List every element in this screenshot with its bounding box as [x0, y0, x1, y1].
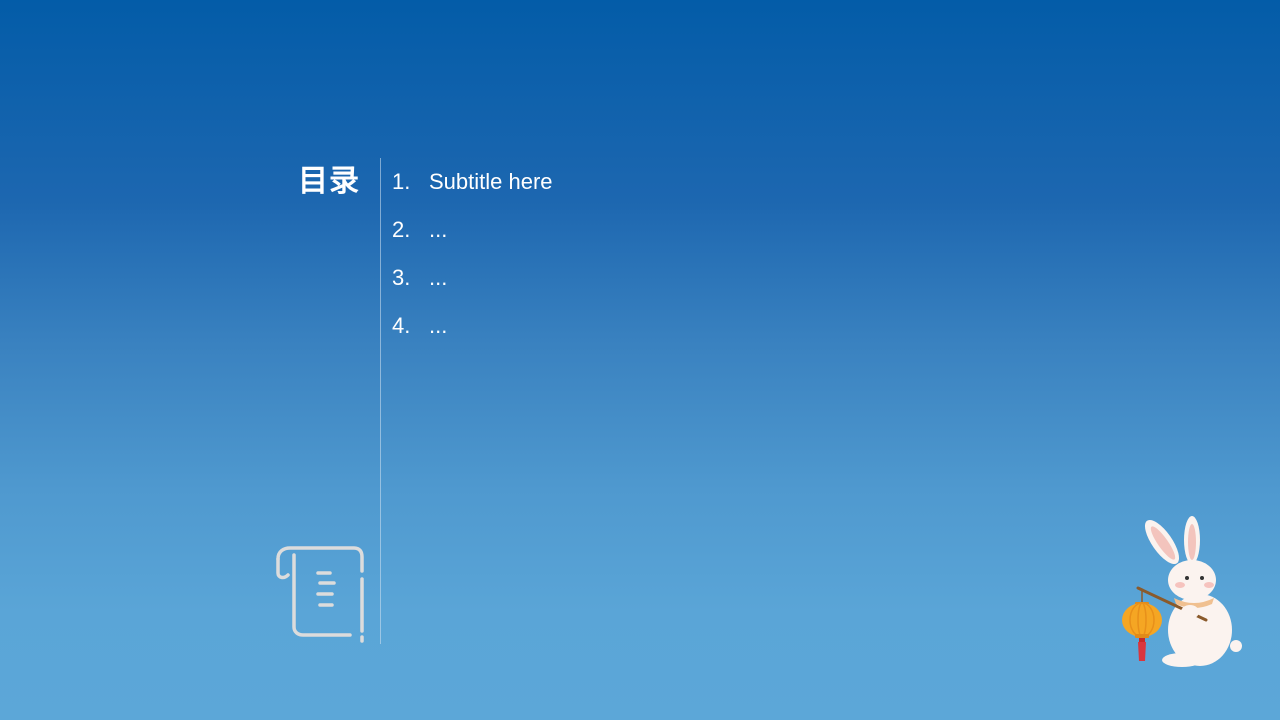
toc-item-2[interactable]: 2. ... [392, 206, 553, 254]
toc-item-label: Subtitle here [429, 169, 553, 194]
toc-item-number: 1. [392, 169, 411, 194]
toc-item-label: ... [429, 313, 448, 338]
toc-item-number: 2. [392, 217, 411, 242]
toc-title: 目录 [298, 164, 360, 199]
toc-item-number: 3. [392, 265, 411, 290]
vertical-divider [380, 158, 381, 644]
toc-item-3[interactable]: 3. ... [392, 254, 553, 302]
toc-item-1[interactable]: 1. Subtitle here [392, 158, 553, 206]
toc-item-label: ... [429, 265, 448, 290]
rabbit-lantern-illustration [1122, 516, 1242, 667]
toc-item-number: 4. [392, 313, 411, 338]
toc-list: 1. Subtitle here 2. ... 3. ... 4. ... [392, 158, 553, 350]
scroll-icon [276, 546, 364, 643]
toc-item-label: ... [429, 217, 448, 242]
toc-item-4[interactable]: 4. ... [392, 302, 553, 350]
